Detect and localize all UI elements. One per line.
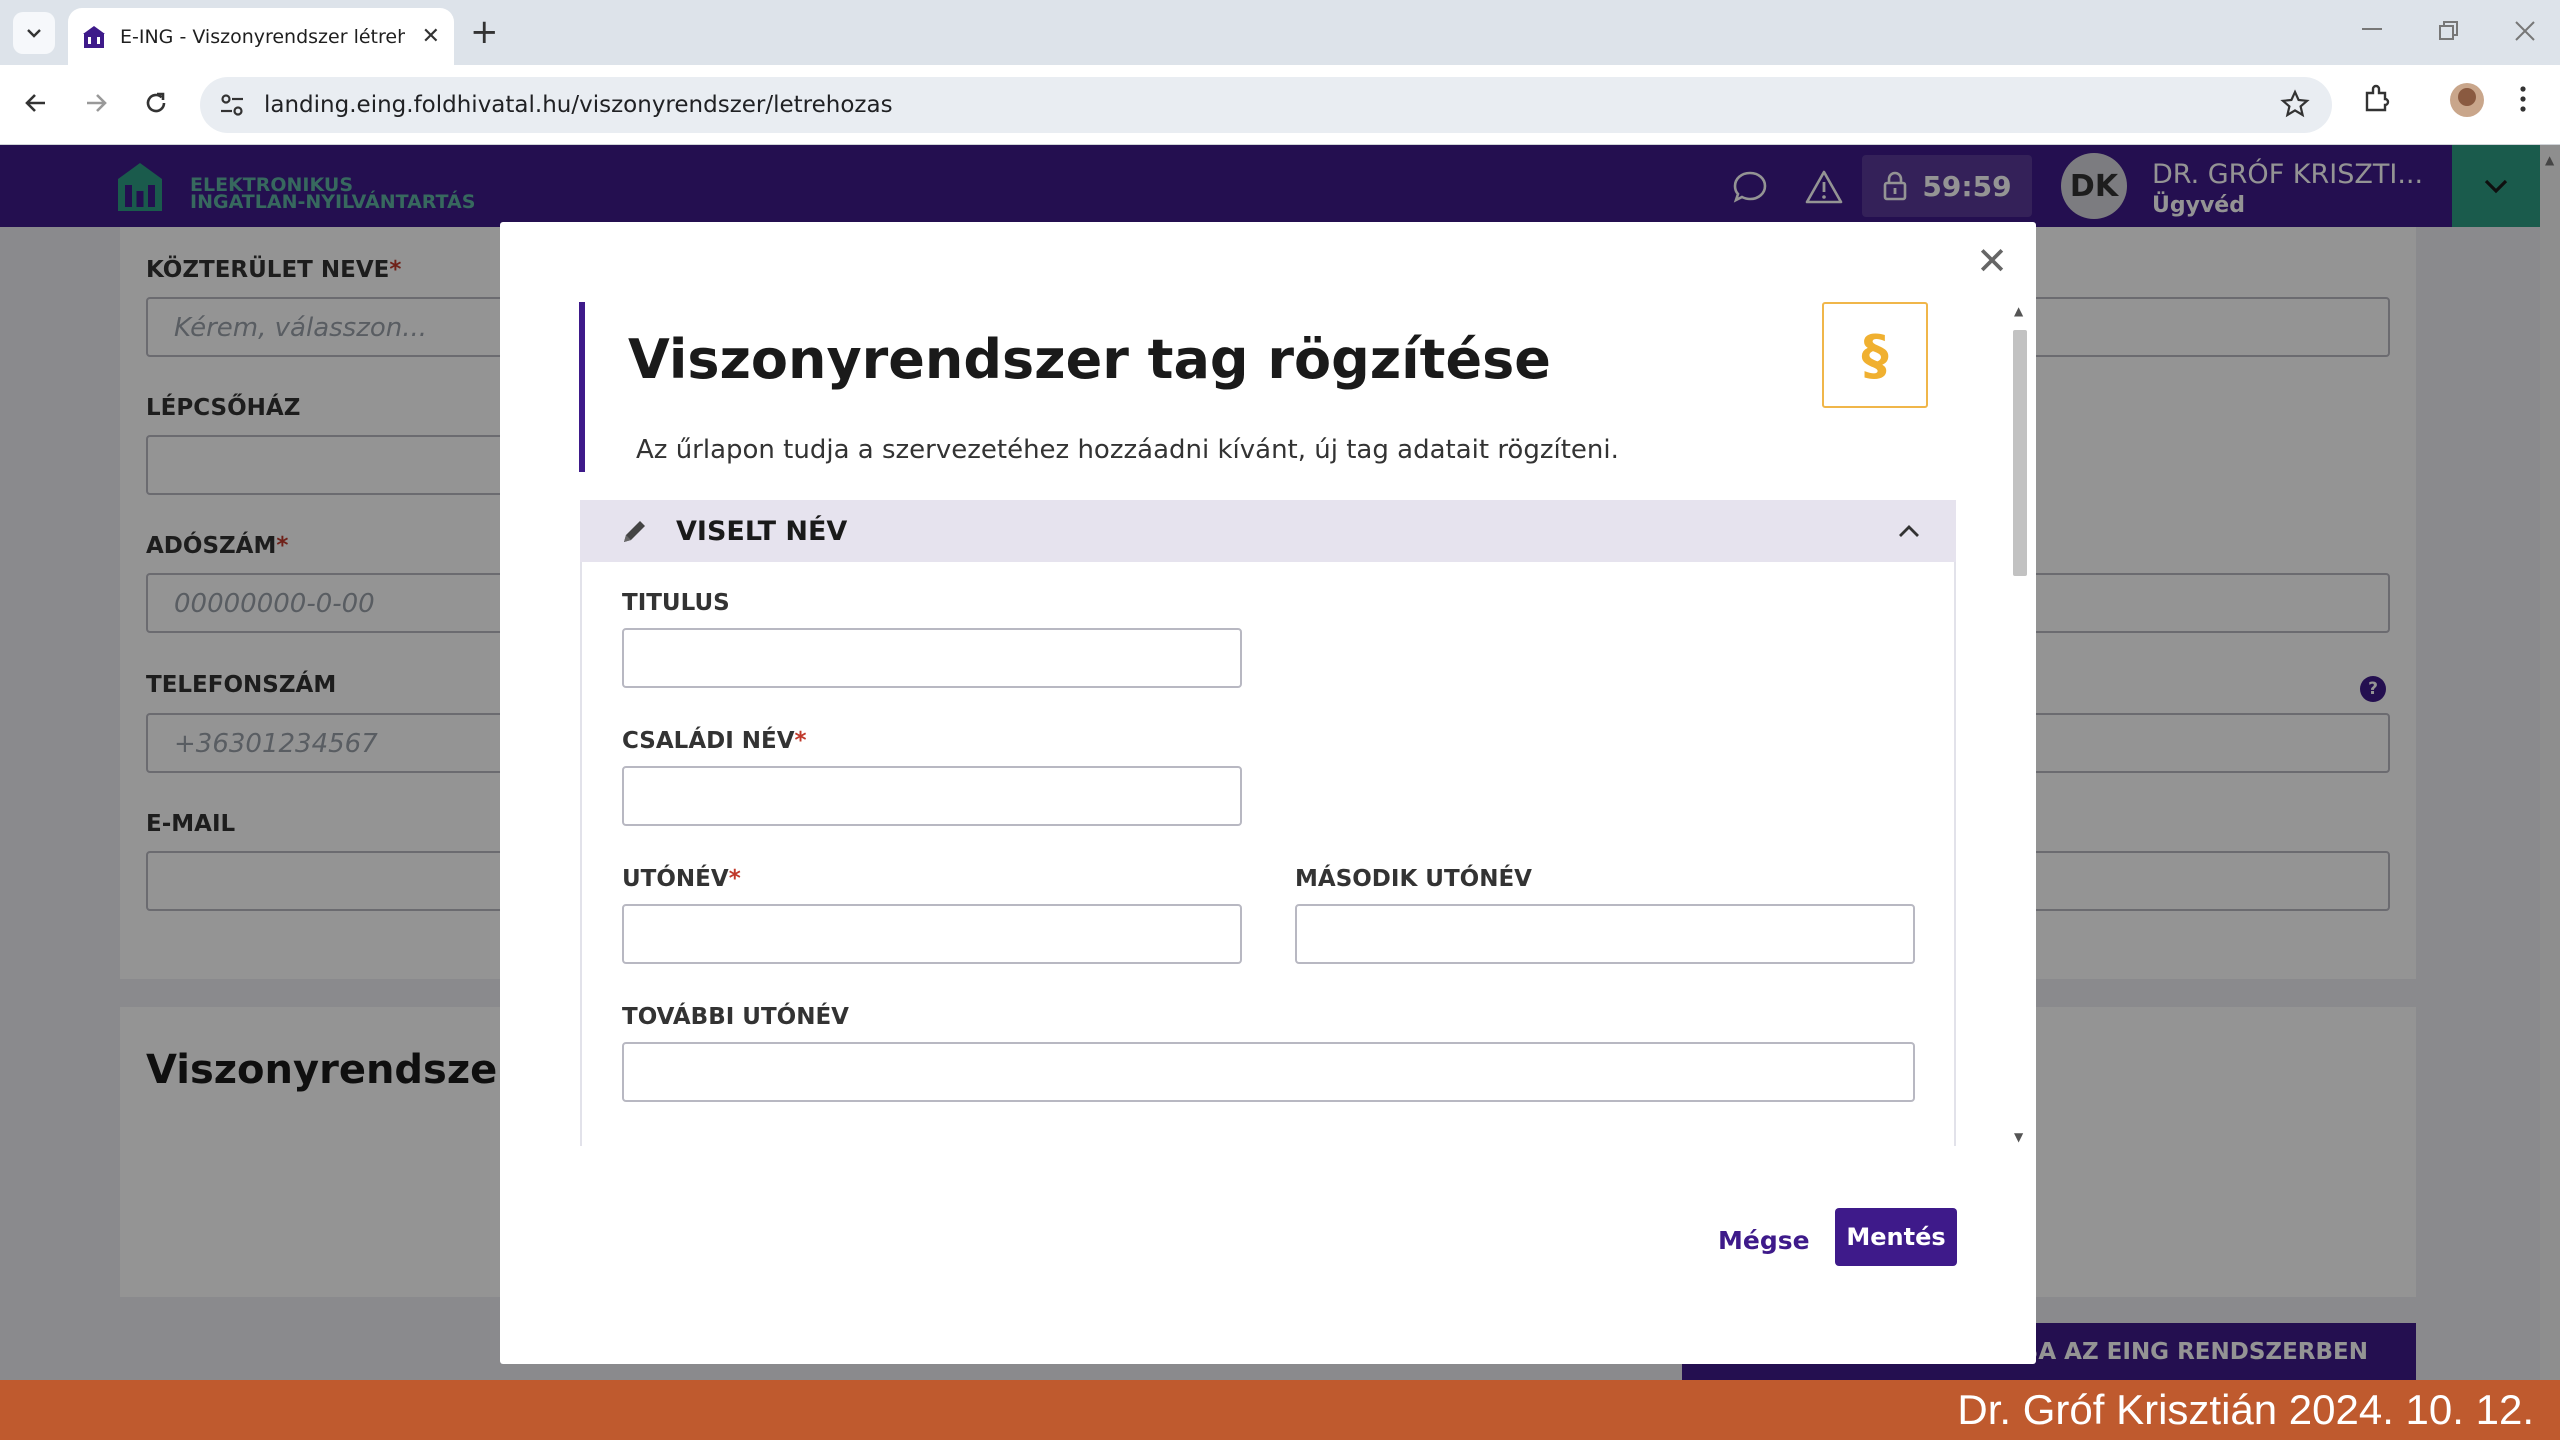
section-header-viselt-nev[interactable]: VISELT NÉV [580, 500, 1956, 562]
tovabbi-utonev-input[interactable] [622, 1042, 1915, 1102]
window-close-icon[interactable] [2514, 20, 2536, 42]
profile-face [2458, 88, 2476, 106]
reload-button[interactable] [136, 83, 176, 123]
reload-icon [146, 92, 166, 113]
cancel-button[interactable]: Mégse [1718, 1226, 1810, 1255]
modal-scroll-up-icon[interactable]: ▲ [2014, 304, 2023, 318]
chevron-down-icon [27, 29, 41, 38]
browser-tabstrip: E-ING - Viszonyrendszer létrehozása ✕ + [0, 0, 2560, 65]
bookmark-star-icon[interactable] [2280, 89, 2310, 119]
label-csaladi-nev: CSALÁDI NÉV* [622, 728, 807, 754]
modal-scroll-down-icon[interactable]: ▼ [2014, 1130, 2023, 1144]
section-title: VISELT NÉV [676, 515, 848, 547]
modal-scrollbar[interactable]: ▲ ▼ [2010, 304, 2030, 1144]
label-masodik-utonev: MÁSODIK UTÓNÉV [1295, 866, 1532, 892]
extensions-icon[interactable] [2362, 83, 2394, 115]
modal-scroll-area: VISELT NÉV TITULUS CSALÁDI NÉV* UTÓNÉV* … [580, 500, 1956, 1146]
arrow-right-icon [87, 94, 107, 112]
pencil-icon [624, 521, 645, 542]
chevron-up-icon[interactable] [1898, 524, 1920, 538]
tab-title: E-ING - Viszonyrendszer létrehozása [120, 25, 405, 48]
forward-button[interactable] [76, 83, 116, 123]
save-button[interactable]: Mentés [1835, 1208, 1957, 1266]
tab-search-button[interactable] [13, 12, 55, 54]
address-bar[interactable]: landing.eing.foldhivatal.hu/viszonyrends… [200, 77, 2332, 133]
modal-subtitle: Az űrlapon tudja a szervezetéhez hozzáad… [636, 435, 1619, 465]
profile-avatar[interactable] [2450, 83, 2484, 117]
presentation-footer: Dr. Gróf Krisztián 2024. 10. 12. [0, 1380, 2560, 1440]
csaladi-nev-input[interactable] [622, 766, 1242, 826]
masodik-utonev-input[interactable] [1295, 904, 1915, 964]
arrow-left-icon [25, 94, 45, 112]
modal-scroll-thumb[interactable] [2013, 330, 2027, 576]
footer-author-date: Dr. Gróf Krisztián 2024. 10. 12. [1957, 1386, 2534, 1433]
back-button[interactable] [16, 83, 56, 123]
modal-close-icon[interactable]: ✕ [1976, 242, 2008, 280]
modal-title: Viszonyrendszer tag rögzítése [628, 328, 1551, 391]
new-tab-button[interactable]: + [470, 14, 499, 50]
kebab-menu-icon[interactable] [2516, 83, 2530, 115]
browser-toolbar: landing.eing.foldhivatal.hu/viszonyrends… [0, 65, 2560, 145]
section-body: TITULUS CSALÁDI NÉV* UTÓNÉV* MÁSODIK UTÓ… [580, 562, 1956, 1146]
site-settings-icon[interactable] [218, 91, 246, 119]
member-record-modal: ✕ Viszonyrendszer tag rögzítése Az űrlap… [500, 222, 2036, 1364]
browser-tab-active[interactable]: E-ING - Viszonyrendszer létrehozása ✕ [68, 8, 454, 65]
titulus-input[interactable] [622, 628, 1242, 688]
home-favicon-icon [83, 25, 105, 48]
restore-icon[interactable] [2438, 20, 2460, 42]
label-tovabbi-utonev: TOVÁBBI UTÓNÉV [622, 1004, 849, 1030]
utonev-input[interactable] [622, 904, 1242, 964]
legal-paragraph-button[interactable]: § [1822, 302, 1928, 408]
paragraph-icon: § [1861, 323, 1889, 387]
label-utonev: UTÓNÉV* [622, 866, 741, 892]
minimize-icon[interactable] [2362, 28, 2384, 32]
label-titulus: TITULUS [622, 590, 730, 616]
url-text: landing.eing.foldhivatal.hu/viszonyrends… [264, 92, 893, 118]
title-accent-bar [579, 302, 585, 472]
tab-close-icon[interactable]: ✕ [422, 24, 440, 49]
